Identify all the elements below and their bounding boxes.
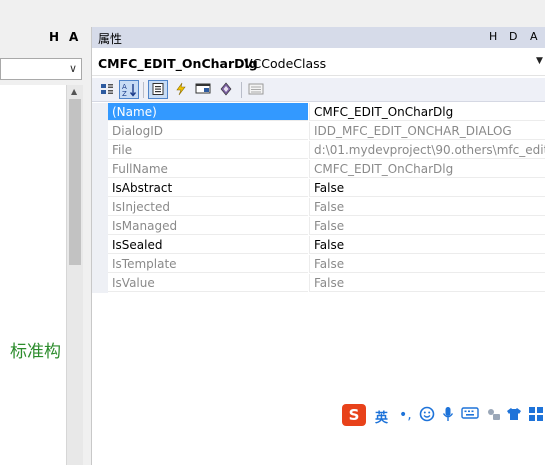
left-pane: H A ∨ 标准构 ▲ (0, 0, 86, 465)
property-value[interactable]: False (309, 236, 545, 254)
properties-toolbar: AZ (92, 78, 545, 102)
property-grid: (Name) CMFC_EDIT_OnCharDlg DialogID IDD_… (92, 103, 545, 293)
property-row-name[interactable]: (Name) CMFC_EDIT_OnCharDlg (92, 103, 545, 122)
ime-toolbar: S 英 •, (342, 404, 545, 428)
overrides-icon[interactable] (216, 80, 236, 99)
row-gutter (92, 274, 108, 293)
skin-icon[interactable] (485, 406, 501, 427)
object-selector-combobox[interactable]: CMFC_EDIT_OnCharDlg VCCodeClass ▼ (92, 50, 545, 76)
scrollbar-thumb[interactable] (69, 99, 81, 265)
property-value[interactable]: CMFC_EDIT_OnCharDlg (309, 103, 545, 121)
property-value[interactable]: False (309, 274, 545, 292)
property-name[interactable]: IsManaged (108, 217, 308, 235)
row-gutter (92, 122, 108, 141)
property-pages-icon[interactable] (246, 80, 266, 99)
property-value[interactable]: CMFC_EDIT_OnCharDlg (309, 160, 545, 178)
left-header-button-h[interactable]: H (49, 30, 59, 44)
chevron-down-icon[interactable]: ∨ (69, 62, 77, 75)
row-gutter (92, 255, 108, 274)
property-name[interactable]: IsSealed (108, 236, 308, 254)
panel-title: 属性 (98, 32, 123, 46)
left-header-button-a[interactable]: A (69, 30, 78, 44)
property-row-fullname[interactable]: FullName CMFC_EDIT_OnCharDlg (92, 160, 545, 179)
title-button-h[interactable]: H (489, 30, 497, 43)
doc-text: 标准构 (10, 342, 61, 362)
row-gutter (92, 217, 108, 236)
object-class: VCCodeClass (244, 56, 327, 71)
app-frame: H A ∨ 标准构 ▲ 属性 H D A CMFC_EDIT_OnCharDlg… (0, 0, 545, 465)
row-gutter (92, 160, 108, 179)
sogou-logo-icon[interactable]: S (342, 404, 366, 426)
row-gutter (92, 103, 108, 122)
property-row-issealed[interactable]: IsSealed False (92, 236, 545, 255)
property-row-isvalue[interactable]: IsValue False (92, 274, 545, 293)
property-name[interactable]: IsValue (108, 274, 308, 292)
alphabetical-icon[interactable]: AZ (119, 80, 139, 99)
property-value[interactable]: False (309, 198, 545, 216)
toolbar-separator (241, 82, 242, 98)
property-value[interactable]: False (309, 255, 545, 273)
toolbar-separator (143, 82, 144, 98)
punctuation-icon[interactable]: •, (399, 406, 412, 424)
property-value[interactable]: d:\01.mydevproject\90.others\mfc_edit_o (309, 141, 545, 159)
emoji-icon[interactable] (419, 406, 435, 427)
tshirt-icon[interactable] (506, 406, 522, 427)
title-button-d[interactable]: D (509, 30, 517, 43)
property-row-ismanaged[interactable]: IsManaged False (92, 217, 545, 236)
properties-panel: 属性 H D A CMFC_EDIT_OnCharDlg VCCodeClass… (91, 27, 545, 465)
property-row-file[interactable]: File d:\01.mydevproject\90.others\mfc_ed… (92, 141, 545, 160)
left-vertical-scrollbar[interactable]: ▲ (66, 85, 83, 465)
property-name[interactable]: FullName (108, 160, 308, 178)
object-name: CMFC_EDIT_OnCharDlg (98, 56, 258, 71)
row-gutter (92, 141, 108, 160)
property-value[interactable]: False (309, 179, 545, 197)
left-document-area[interactable]: 标准构 (0, 85, 66, 465)
row-gutter (92, 236, 108, 255)
messages-icon[interactable] (193, 80, 213, 99)
events-icon[interactable] (171, 80, 191, 99)
property-value[interactable]: False (309, 217, 545, 235)
ime-mode-toggle[interactable]: 英 (375, 407, 388, 426)
property-name[interactable]: IsAbstract (108, 179, 308, 197)
property-row-dialogid[interactable]: DialogID IDD_MFC_EDIT_ONCHAR_DIALOG (92, 122, 545, 141)
property-name[interactable]: DialogID (108, 122, 308, 140)
microphone-icon[interactable] (441, 406, 455, 427)
left-pane-combobox[interactable]: ∨ (0, 58, 82, 80)
property-row-isabstract[interactable]: IsAbstract False (92, 179, 545, 198)
left-pane-header: H A (0, 27, 86, 47)
row-gutter (92, 198, 108, 217)
property-name[interactable]: IsInjected (108, 198, 308, 216)
dropdown-arrow-icon[interactable]: ▼ (536, 56, 543, 66)
property-name[interactable]: (Name) (108, 103, 308, 121)
svg-text:Z: Z (122, 90, 127, 97)
categorized-icon[interactable] (97, 80, 117, 99)
property-name[interactable]: File (108, 141, 308, 159)
row-gutter (92, 179, 108, 198)
property-row-istemplate[interactable]: IsTemplate False (92, 255, 545, 274)
properties-icon[interactable] (148, 80, 168, 99)
property-row-isinjected[interactable]: IsInjected False (92, 198, 545, 217)
apps-icon[interactable] (528, 406, 544, 427)
title-button-a[interactable]: A (530, 30, 538, 43)
scroll-up-arrow-icon[interactable]: ▲ (71, 87, 77, 96)
keyboard-icon[interactable] (461, 406, 479, 425)
property-name[interactable]: IsTemplate (108, 255, 308, 273)
properties-title-bar: 属性 H D A (92, 27, 545, 48)
property-value[interactable]: IDD_MFC_EDIT_ONCHAR_DIALOG (309, 122, 545, 140)
